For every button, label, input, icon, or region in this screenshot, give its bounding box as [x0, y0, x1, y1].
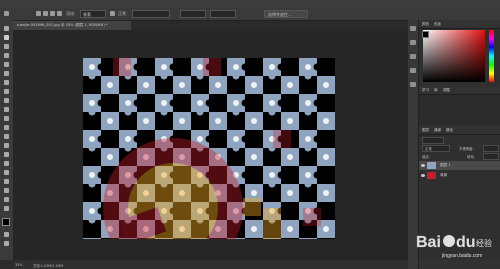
intersect-selection-icon[interactable]: [57, 11, 62, 16]
screen-mode-icon[interactable]: [4, 241, 9, 246]
hue-slider[interactable]: [489, 30, 494, 82]
svg-text:jingyan.baidu.com: jingyan.baidu.com: [441, 253, 482, 259]
tool-preset-icon[interactable]: [4, 11, 9, 16]
history-brush-tool-icon[interactable]: [4, 107, 9, 112]
layer-thumbnail: [427, 162, 436, 169]
lasso-tool-icon[interactable]: [4, 44, 9, 49]
tools-panel: [0, 20, 14, 260]
menu-bar[interactable]: [0, 0, 500, 7]
move-tool-icon[interactable]: [4, 26, 9, 31]
more-tools-icon[interactable]: [4, 206, 9, 211]
fg-color-mini[interactable]: [422, 31, 429, 38]
layer-name[interactable]: 背景: [440, 173, 447, 178]
fill-label: 填充:: [467, 155, 475, 159]
properties-icon[interactable]: [410, 40, 416, 45]
properties-panel-tabs: 学习 库 调整: [419, 86, 500, 95]
crop-tool-icon[interactable]: [4, 62, 9, 67]
svg-text:du: du: [456, 234, 476, 251]
zoom-tool-icon[interactable]: [4, 197, 9, 202]
select-and-mask-button[interactable]: 选择并遮住...: [264, 10, 308, 18]
add-selection-icon[interactable]: [43, 11, 48, 16]
layer-filter-select[interactable]: [422, 137, 444, 144]
paragraph-icon[interactable]: [410, 54, 416, 59]
foreground-color-swatch[interactable]: [2, 218, 10, 226]
subtract-selection-icon[interactable]: [50, 11, 55, 16]
marquee-tool-icon[interactable]: [4, 35, 9, 40]
type-tool-icon[interactable]: [4, 161, 9, 166]
document-info: 文档:1.03M/1.03M: [33, 264, 64, 268]
brush-settings-icon[interactable]: [410, 82, 416, 87]
feather-input[interactable]: 像素: [80, 10, 106, 18]
feather-value: 像素: [83, 12, 91, 17]
layer-row[interactable]: 图层 1: [419, 161, 500, 170]
svg-text:经验: 经验: [476, 238, 492, 248]
feather-label: 羽化:: [66, 11, 76, 16]
dodge-tool-icon[interactable]: [4, 143, 9, 148]
fill-input[interactable]: [483, 153, 499, 160]
width-input[interactable]: [180, 10, 206, 18]
baidu-logo-icon: Bai du 经验 jingyan.baidu.com: [416, 234, 492, 259]
tab-layers[interactable]: 图层: [422, 127, 429, 134]
document-tab-bar: tuanjie-001896_001.jpg @ 33% (图层 1, RGB/…: [13, 21, 408, 30]
canvas-area[interactable]: [13, 30, 408, 260]
brush-tool-icon[interactable]: [4, 89, 9, 94]
christmas-artwork-image: [83, 58, 335, 239]
layers-footer: [419, 260, 500, 269]
opacity-label: 不透明度:: [459, 147, 474, 151]
visibility-eye-icon[interactable]: [421, 164, 425, 167]
options-bar: 羽化: 像素 正常 选择并遮住...: [0, 7, 500, 21]
tab-paths[interactable]: 路径: [446, 127, 453, 134]
color-picker-field[interactable]: [423, 30, 485, 82]
lock-label: 锁定:: [422, 155, 430, 159]
height-input[interactable]: [210, 10, 236, 18]
hand-tool-icon[interactable]: [4, 188, 9, 193]
eraser-tool-icon[interactable]: [4, 116, 9, 121]
document-tab[interactable]: tuanjie-001896_001.jpg @ 33% (图层 1, RGB/…: [13, 21, 131, 30]
tab-learn[interactable]: 学习: [422, 87, 429, 94]
shape-tool-icon[interactable]: [4, 179, 9, 184]
tab-channels[interactable]: 通道: [434, 127, 441, 134]
healing-brush-tool-icon[interactable]: [4, 80, 9, 85]
clone-stamp-tool-icon[interactable]: [4, 98, 9, 103]
layer-name[interactable]: 图层 1: [440, 163, 451, 168]
tab-color[interactable]: 颜色: [422, 21, 429, 28]
properties-panel-body: [419, 95, 500, 125]
tab-libraries[interactable]: 库: [434, 87, 438, 94]
visibility-eye-icon[interactable]: [421, 174, 425, 177]
color-panel-tabs: 颜色 色板: [419, 20, 500, 29]
character-icon[interactable]: [410, 68, 416, 73]
layer-row[interactable]: 背景: [419, 171, 500, 180]
blend-mode-select[interactable]: 正常: [422, 145, 450, 152]
pen-tool-icon[interactable]: [4, 152, 9, 157]
tab-swatches[interactable]: 色板: [434, 21, 441, 28]
history-icon[interactable]: [410, 26, 416, 31]
style-label: 正常: [118, 11, 126, 16]
quick-mask-icon[interactable]: [4, 232, 9, 237]
opacity-input[interactable]: [483, 145, 499, 152]
status-bar: 33% 文档:1.03M/1.03M: [13, 260, 408, 269]
blur-tool-icon[interactable]: [4, 134, 9, 139]
quick-select-tool-icon[interactable]: [4, 53, 9, 58]
eyedropper-tool-icon[interactable]: [4, 71, 9, 76]
layer-thumbnail: [427, 172, 436, 179]
layers-panel-tabs: 图层 通道 路径: [419, 126, 500, 135]
tab-adjustments[interactable]: 调整: [443, 87, 450, 94]
document-canvas[interactable]: [83, 58, 335, 239]
anti-alias-checkbox[interactable]: [110, 11, 115, 16]
style-select[interactable]: [132, 10, 170, 18]
svg-text:Bai: Bai: [416, 234, 441, 251]
new-selection-icon[interactable]: [36, 11, 41, 16]
zoom-level[interactable]: 33%: [15, 263, 23, 267]
path-select-tool-icon[interactable]: [4, 170, 9, 175]
gradient-tool-icon[interactable]: [4, 125, 9, 130]
baidu-jingyan-watermark: Bai du 经验 jingyan.baidu.com: [416, 227, 496, 261]
